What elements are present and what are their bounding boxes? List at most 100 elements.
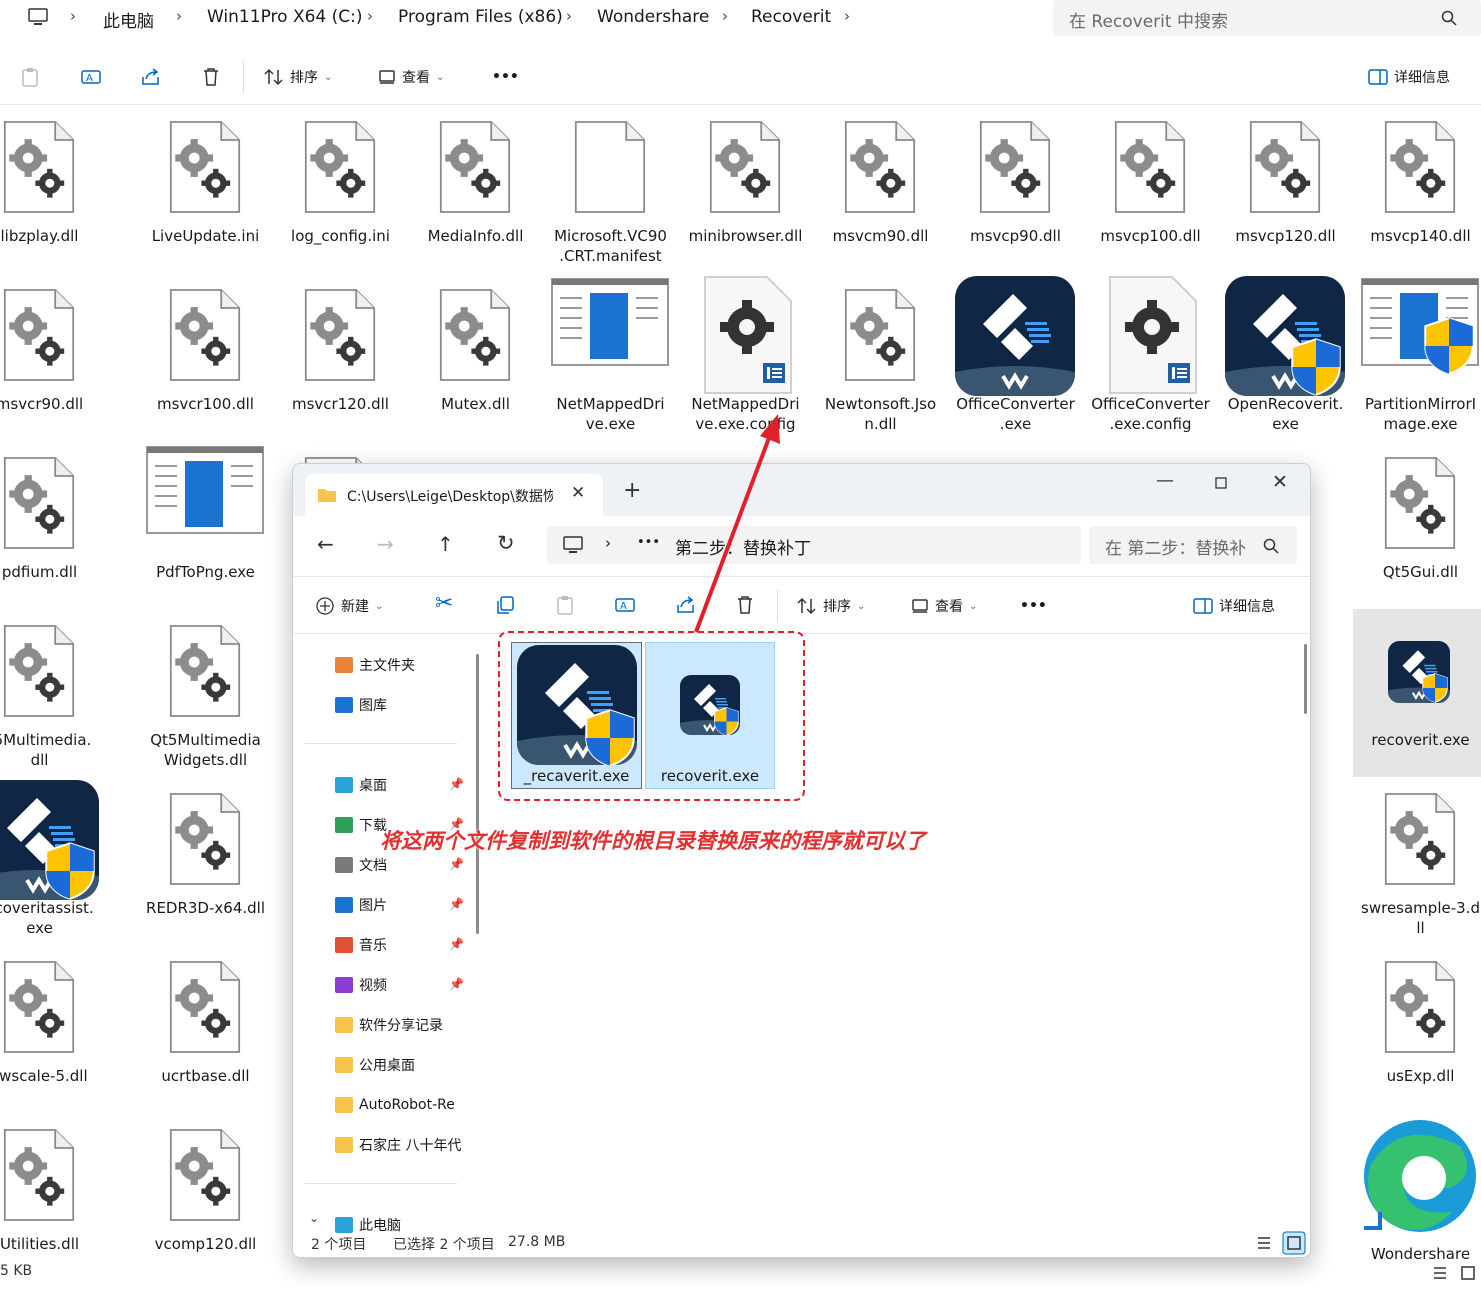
file-tile[interactable]: vcomp120.dll (138, 1113, 273, 1281)
file-tile[interactable]: minibrowser.dll (678, 105, 813, 273)
delete-icon[interactable] (201, 67, 221, 87)
file-tile[interactable]: ucrtbase.dll (138, 945, 273, 1113)
file-tile[interactable]: Qt5Gui.dll (1353, 441, 1481, 609)
sidebar-item-label: 视频 (359, 978, 387, 994)
sort-button[interactable]: 排序 ⌄ (797, 595, 865, 617)
pin-icon[interactable]: 📌 (449, 977, 464, 991)
list-view-icon[interactable] (1256, 1235, 1272, 1251)
breadcrumb-item[interactable]: Win11Pro X64 (C:) (207, 7, 362, 27)
list-view-icon[interactable] (1432, 1265, 1448, 1281)
main-scrollbar[interactable] (1304, 644, 1307, 714)
pin-icon[interactable]: 📌 (449, 777, 464, 791)
sidebar-item[interactable]: 音乐 (335, 933, 387, 957)
chevron-right-icon[interactable]: › (844, 7, 850, 25)
file-tile[interactable]: msvcp120.dll (1218, 105, 1353, 273)
file-tile[interactable]: Newtonsoft.Jso n.dll (813, 273, 948, 441)
minimize-icon[interactable]: — (1156, 470, 1174, 491)
share-icon[interactable] (140, 67, 162, 87)
file-tile[interactable]: msvcr120.dll (273, 273, 408, 441)
refresh-icon[interactable]: ↻ (497, 531, 515, 555)
sort-button[interactable]: 排序 ⌄ (264, 66, 332, 88)
search-input[interactable]: 在 Recoverit 中搜索 (1053, 0, 1481, 36)
search-input[interactable]: 在 第二步：替换补 (1089, 526, 1297, 564)
more-button[interactable]: ••• (1020, 595, 1047, 617)
new-button[interactable]: 新建 ⌄ (315, 595, 383, 617)
file-tile[interactable]: usExp.dll (1353, 945, 1481, 1113)
sidebar-item[interactable]: 文档 (335, 853, 387, 877)
sidebar-item[interactable]: 石家庄 八十年代 (335, 1133, 461, 1157)
file-tile[interactable]: libzplay.dll (0, 105, 107, 273)
file-tile[interactable]: MediaInfo.dll (408, 105, 543, 273)
copy-icon[interactable] (495, 595, 515, 615)
sidebar-item[interactable]: 软件分享记录 (335, 1013, 443, 1037)
breadcrumb-item[interactable]: Recoverit (751, 7, 831, 27)
pin-icon[interactable]: 📌 (449, 937, 464, 951)
close-icon[interactable]: ✕ (1272, 471, 1288, 493)
file-tile[interactable]: t5Multimedia. dll (0, 609, 107, 777)
file-tile[interactable]: OpenRecoverit. exe (1218, 273, 1353, 441)
file-tile[interactable]: ecoveritassist. exe (0, 777, 107, 945)
sidebar-item[interactable]: 主文件夹 (335, 653, 415, 677)
file-tile[interactable]: msvcp140.dll (1353, 105, 1481, 273)
explorer-window[interactable]: C:\Users\Leige\Desktop\数据恢 ✕ + — ✕ ← → ↑… (292, 463, 1311, 1258)
file-tile[interactable]: PartitionMirrorI mage.exe (1353, 273, 1481, 441)
up-icon[interactable]: ↑ (437, 532, 454, 556)
cut-icon[interactable]: ✂ (435, 591, 453, 616)
sidebar-item[interactable]: 视频 (335, 973, 387, 997)
rename-icon[interactable]: A (614, 595, 636, 615)
tile-view-icon[interactable] (1460, 1265, 1476, 1281)
file-tile[interactable]: msvcp90.dll (948, 105, 1083, 273)
breadcrumb-item[interactable]: Program Files (x86) (398, 7, 563, 27)
tile-view-icon[interactable] (1282, 1231, 1306, 1255)
sidebar-scrollbar[interactable] (476, 654, 479, 934)
tab-current[interactable]: C:\Users\Leige\Desktop\数据恢 ✕ (305, 474, 603, 516)
address-overflow[interactable]: ••• (637, 535, 660, 550)
file-tile[interactable]: swresample-3.d ll (1353, 777, 1481, 945)
file-tile[interactable]: Wondershare (1353, 1113, 1481, 1281)
file-tile[interactable]: log_config.ini (273, 105, 408, 273)
file-tile[interactable]: REDR3D-x64.dll (138, 777, 273, 945)
sidebar-item[interactable]: AutoRobot-Re (335, 1093, 455, 1117)
view-button[interactable]: 查看 ⌄ (911, 595, 977, 617)
back-icon[interactable]: ← (317, 532, 334, 556)
file-tile[interactable]: PdfToPng.exe (138, 441, 273, 609)
breadcrumb-item[interactable]: Wondershare (597, 7, 709, 27)
file-tile[interactable]: msvcr100.dll (138, 273, 273, 441)
address-bar[interactable]: › ••• 第二步：替换补丁 (547, 526, 1081, 564)
new-tab-icon[interactable]: + (623, 478, 641, 503)
maximize-icon[interactable] (1215, 477, 1227, 489)
sidebar-item[interactable]: 桌面 (335, 773, 387, 797)
file-tile[interactable]: Utilities.dll (0, 1113, 107, 1281)
file-tile[interactable]: LiveUpdate.ini (138, 105, 273, 273)
sidebar-item[interactable]: 图库 (335, 693, 387, 717)
details-button[interactable]: 详细信息 (1368, 66, 1450, 88)
file-tile[interactable]: swscale-5.dll (0, 945, 107, 1113)
file-tile[interactable]: Qt5Multimedia Widgets.dll (138, 609, 273, 777)
rename-icon[interactable]: A (80, 67, 102, 87)
sidebar-item[interactable]: 图片 (335, 893, 387, 917)
forward-icon[interactable]: → (377, 532, 394, 556)
gear-file-icon (1384, 451, 1456, 555)
more-button[interactable]: ••• (492, 66, 519, 88)
file-tile[interactable]: msvcm90.dll (813, 105, 948, 273)
file-tile[interactable]: OfficeConverter .exe.config (1083, 273, 1218, 441)
paste-icon[interactable] (555, 595, 575, 615)
file-tile[interactable]: Mutex.dll (408, 273, 543, 441)
pin-icon[interactable]: 📌 (449, 857, 464, 871)
file-tile[interactable]: recoverit.exe (1353, 609, 1481, 777)
view-button[interactable]: 查看 ⌄ (378, 66, 444, 88)
file-tile[interactable]: msvcp100.dll (1083, 105, 1218, 273)
paste-icon[interactable] (20, 67, 40, 87)
file-tile[interactable]: NetMappedDri ve.exe (543, 273, 678, 441)
file-tile[interactable]: Microsoft.VC90 .CRT.manifest (543, 105, 678, 273)
tab-close-icon[interactable]: ✕ (571, 483, 585, 503)
file-tile[interactable]: msvcr90.dll (0, 273, 107, 441)
pin-icon[interactable]: 📌 (449, 897, 464, 911)
file-tile[interactable]: OfficeConverter .exe (948, 273, 1083, 441)
title-bar[interactable]: C:\Users\Leige\Desktop\数据恢 ✕ + — ✕ (293, 464, 1310, 516)
file-tile[interactable]: pdfium.dll (0, 441, 107, 609)
sidebar-item[interactable]: 公用桌面 (335, 1053, 415, 1077)
details-button[interactable]: 详细信息 (1193, 595, 1275, 617)
chevron-down-icon[interactable]: ⌄ (309, 1211, 319, 1225)
breadcrumb-item[interactable]: 此电脑 (103, 7, 154, 32)
